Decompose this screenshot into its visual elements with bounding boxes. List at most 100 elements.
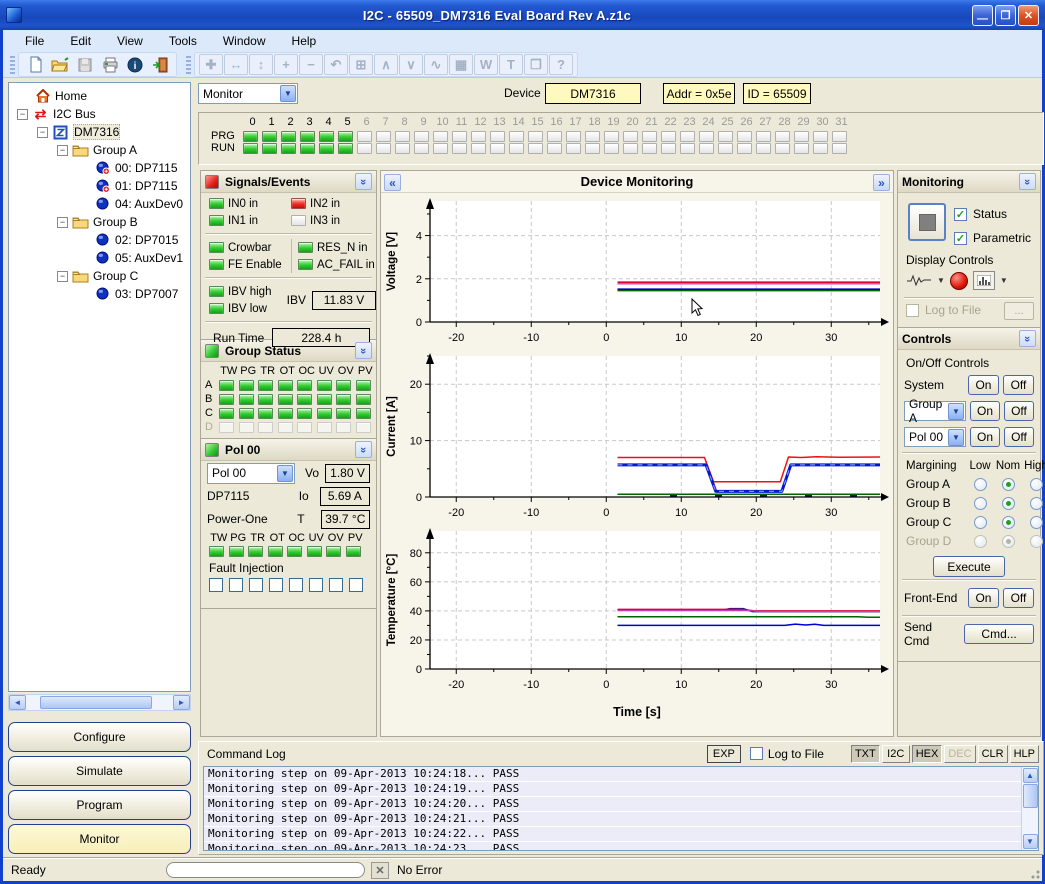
tree-expander-icon[interactable]: − (57, 271, 68, 282)
fault-injection-checkbox[interactable] (289, 578, 303, 592)
scroll-right-icon[interactable]: ► (173, 695, 190, 710)
tree-item-02-dp7015[interactable]: 02: DP7015 (9, 231, 190, 249)
parametric-checkbox[interactable]: ✓ (954, 232, 967, 245)
pol-off-button[interactable]: Off (1004, 427, 1034, 447)
margining-radio[interactable] (1030, 516, 1043, 529)
scroll-thumb[interactable] (40, 696, 152, 709)
close-button[interactable]: ✕ (1018, 5, 1039, 26)
log-to-file-checkbox[interactable] (750, 747, 763, 760)
margining-radio[interactable] (1002, 516, 1015, 529)
log-hlp-button[interactable]: HLP (1010, 745, 1039, 763)
waveform-icon[interactable] (906, 273, 932, 288)
execute-button[interactable]: Execute (933, 556, 1005, 577)
group-on-button[interactable]: On (970, 401, 1000, 421)
scroll-down-icon[interactable]: ▼ (1023, 834, 1038, 849)
peak-down-icon[interactable]: ∨ (399, 54, 423, 75)
info-icon[interactable]: i (123, 54, 147, 75)
cmd-button[interactable]: Cmd... (964, 624, 1034, 644)
resize-grip[interactable] (1028, 867, 1040, 879)
copy-icon[interactable]: ❐ (524, 54, 548, 75)
tree-item-04-auxdev0[interactable]: 04: AuxDev0 (9, 195, 190, 213)
log-clr-button[interactable]: CLR (978, 745, 1008, 763)
fault-injection-checkbox[interactable] (269, 578, 283, 592)
toolbar-grip[interactable] (186, 56, 191, 74)
tree-item-group-b[interactable]: −Group B (9, 213, 190, 231)
wave-icon[interactable]: ∿ (424, 54, 448, 75)
system-off-button[interactable]: Off (1003, 375, 1034, 395)
simulate-mode-button[interactable]: Simulate (8, 756, 191, 786)
peak-up-icon[interactable]: ∧ (374, 54, 398, 75)
stop-monitoring-button[interactable] (908, 203, 946, 241)
tree-item-05-auxdev1[interactable]: 05: AuxDev1 (9, 249, 190, 267)
collapse-chevron-icon[interactable]: » (355, 342, 372, 359)
clear-error-icon[interactable]: ✕ (371, 862, 389, 879)
tree-item-03-dp7007[interactable]: 03: DP7007 (9, 285, 190, 303)
margining-radio[interactable] (1002, 497, 1015, 510)
browse-button[interactable]: ... (1004, 302, 1034, 320)
menu-help[interactable]: Help (280, 32, 329, 50)
h-zoom-icon[interactable]: ↔ (224, 54, 248, 75)
system-on-button[interactable]: On (968, 375, 999, 395)
pol-select[interactable]: Pol 00 ▼ (904, 427, 966, 447)
tree-item-home[interactable]: Home (9, 87, 190, 105)
chevron-down-icon[interactable]: ▼ (280, 85, 296, 102)
menu-tools[interactable]: Tools (157, 32, 209, 50)
fault-injection-checkbox[interactable] (229, 578, 243, 592)
new-file-icon[interactable] (23, 54, 47, 75)
grid-icon[interactable]: ▦ (449, 54, 473, 75)
tree-expander-icon[interactable]: − (57, 217, 68, 228)
collapse-chevron-icon[interactable]: » (355, 173, 372, 190)
group-off-button[interactable]: Off (1004, 401, 1034, 421)
tree-horizontal-scrollbar[interactable]: ◄ ► (8, 694, 191, 711)
menu-window[interactable]: Window (211, 32, 278, 50)
front-end-off-button[interactable]: Off (1003, 588, 1034, 608)
pan-icon[interactable]: ✚ (199, 54, 223, 75)
pol-select[interactable]: Pol 00 ▼ (207, 463, 295, 484)
scroll-up-icon[interactable]: ▲ (1023, 768, 1038, 783)
scroll-left-icon[interactable]: « (384, 174, 401, 191)
tree-item-01-dp7115[interactable]: 01: DP7115 (9, 177, 190, 195)
help-icon[interactable]: ? (549, 54, 573, 75)
margining-radio[interactable] (974, 516, 987, 529)
log-hex-button[interactable]: HEX (912, 745, 943, 763)
zoom-in-icon[interactable]: + (274, 54, 298, 75)
maximize-button[interactable]: ❐ (995, 5, 1016, 26)
waterfall-icon[interactable]: W (474, 54, 498, 75)
group-select[interactable]: Group A ▼ (904, 401, 966, 421)
log-txt-button[interactable]: TXT (851, 745, 880, 763)
margining-radio[interactable] (974, 497, 987, 510)
front-end-on-button[interactable]: On (968, 588, 999, 608)
menu-view[interactable]: View (105, 32, 155, 50)
log-to-file-checkbox[interactable] (906, 304, 919, 317)
program-mode-button[interactable]: Program (8, 790, 191, 820)
chevron-down-icon[interactable]: ▼ (277, 465, 293, 482)
margining-radio[interactable] (1030, 478, 1043, 491)
margining-radio[interactable] (1002, 478, 1015, 491)
mode-select[interactable]: Monitor ▼ (198, 83, 298, 104)
fault-injection-checkbox[interactable] (209, 578, 223, 592)
tree-item-group-c[interactable]: −Group C (9, 267, 190, 285)
collapse-chevron-icon[interactable]: » (1019, 173, 1036, 190)
scroll-left-icon[interactable]: ◄ (9, 695, 26, 710)
pol-on-button[interactable]: On (970, 427, 1000, 447)
collapse-chevron-icon[interactable]: » (1019, 330, 1036, 347)
margining-radio[interactable] (974, 478, 987, 491)
undo-zoom-icon[interactable]: ↶ (324, 54, 348, 75)
scroll-right-icon[interactable]: » (873, 174, 890, 191)
zoom-out-icon[interactable]: − (299, 54, 323, 75)
fault-injection-checkbox[interactable] (349, 578, 363, 592)
minimize-button[interactable]: — (972, 5, 993, 26)
tree-item-dm7316[interactable]: −DM7316 (9, 123, 190, 141)
print-icon[interactable] (98, 54, 122, 75)
text-label-icon[interactable]: T (499, 54, 523, 75)
monitor-mode-button[interactable]: Monitor (8, 824, 191, 854)
histogram-icon[interactable] (973, 271, 995, 290)
log-i2c-button[interactable]: I2C (882, 745, 910, 763)
margining-radio[interactable] (1030, 497, 1043, 510)
axis-box-icon[interactable]: ⊞ (349, 54, 373, 75)
save-icon[interactable] (73, 54, 97, 75)
toolbar-grip[interactable] (10, 56, 15, 74)
chevron-down-icon[interactable]: ▼ (948, 429, 964, 446)
chevron-down-icon[interactable]: ▼ (948, 403, 964, 420)
record-icon[interactable] (950, 272, 968, 290)
